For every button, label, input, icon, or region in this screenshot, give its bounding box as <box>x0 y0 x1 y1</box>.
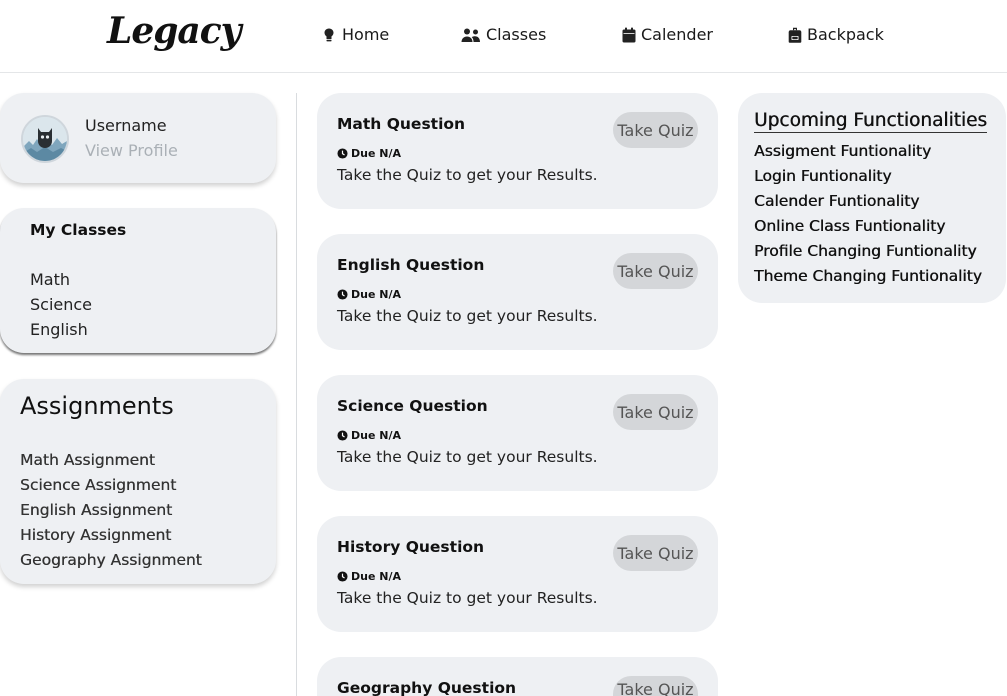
brain-icon <box>324 28 334 41</box>
nav-calender[interactable]: Calender <box>622 25 713 44</box>
calendar-icon <box>622 27 636 42</box>
clock-icon <box>337 148 348 159</box>
assignment-item-english[interactable]: English Assignment <box>20 501 172 519</box>
quiz-card: Math Question Due N/A Take the Quiz to g… <box>317 93 718 209</box>
clock-icon <box>337 289 348 300</box>
quiz-title: English Question <box>337 256 485 274</box>
quiz-due: Due N/A <box>337 288 401 301</box>
quiz-due-label: Due N/A <box>351 429 401 442</box>
upcoming-item: Theme Changing Funtionality <box>754 267 982 285</box>
nav-backpack[interactable]: Backpack <box>788 25 884 44</box>
quiz-due-label: Due N/A <box>351 147 401 160</box>
upcoming-item: Assigment Funtionality <box>754 142 932 160</box>
top-navbar: Legacy Home Classes Calender Backpack <box>0 0 1007 73</box>
nav-classes[interactable]: Classes <box>461 25 546 44</box>
class-item-english[interactable]: English <box>30 320 88 339</box>
assignments-title: Assignments <box>20 392 174 420</box>
my-classes-card: My Classes Math Science English <box>0 208 276 353</box>
quiz-due: Due N/A <box>337 429 401 442</box>
take-quiz-button[interactable]: Take Quiz <box>613 676 698 696</box>
quiz-card: Science Question Due N/A Take the Quiz t… <box>317 375 718 491</box>
nav-classes-label: Classes <box>486 25 547 44</box>
take-quiz-button[interactable]: Take Quiz <box>613 535 698 571</box>
take-quiz-button[interactable]: Take Quiz <box>613 253 698 289</box>
users-icon <box>461 28 480 42</box>
quiz-due-label: Due N/A <box>351 288 401 301</box>
nav-calender-label: Calender <box>641 25 713 44</box>
assignment-item-science[interactable]: Science Assignment <box>20 476 176 494</box>
take-quiz-button[interactable]: Take Quiz <box>613 112 698 148</box>
nav-home-label: Home <box>342 25 390 44</box>
app-logo[interactable]: Legacy <box>107 10 242 52</box>
quiz-due-label: Due N/A <box>351 570 401 583</box>
avatar-image <box>23 117 67 161</box>
view-profile-link[interactable]: View Profile <box>85 141 178 160</box>
quiz-title: Geography Question <box>337 679 517 696</box>
assignment-item-history[interactable]: History Assignment <box>20 526 171 544</box>
column-divider <box>296 93 297 696</box>
quiz-card: History Question Due N/A Take the Quiz t… <box>317 516 718 632</box>
username: Username <box>85 116 167 135</box>
upcoming-item: Profile Changing Funtionality <box>754 242 977 260</box>
assignments-card: Assignments Math Assignment Science Assi… <box>0 379 276 584</box>
quiz-card: Geography Question Take Quiz <box>317 657 718 696</box>
nav-backpack-label: Backpack <box>807 25 884 44</box>
class-item-science[interactable]: Science <box>30 295 92 314</box>
clock-icon <box>337 571 348 582</box>
quiz-description: Take the Quiz to get your Results. <box>337 589 598 607</box>
quiz-due: Due N/A <box>337 570 401 583</box>
quiz-title: History Question <box>337 538 485 556</box>
quiz-title: Science Question <box>337 397 488 415</box>
nav-home[interactable]: Home <box>321 25 389 44</box>
backpack-icon <box>788 27 802 43</box>
quiz-description: Take the Quiz to get your Results. <box>337 166 598 184</box>
quiz-description: Take the Quiz to get your Results. <box>337 307 598 325</box>
clock-icon <box>337 430 348 441</box>
class-item-math[interactable]: Math <box>30 270 70 289</box>
take-quiz-button[interactable]: Take Quiz <box>613 394 698 430</box>
quiz-title: Math Question <box>337 115 466 133</box>
quiz-due: Due N/A <box>337 147 401 160</box>
upcoming-title: Upcoming Functionalities <box>754 110 988 133</box>
upcoming-item: Online Class Funtionality <box>754 217 946 235</box>
profile-card: Username View Profile <box>0 93 276 183</box>
quiz-description: Take the Quiz to get your Results. <box>337 448 598 466</box>
quiz-card: English Question Due N/A Take the Quiz t… <box>317 234 718 350</box>
assignment-item-geography[interactable]: Geography Assignment <box>20 551 202 569</box>
upcoming-item: Login Funtionality <box>754 167 892 185</box>
upcoming-functionalities-card: Upcoming Functionalities Assigment Funti… <box>738 93 1006 303</box>
avatar[interactable] <box>21 115 69 163</box>
upcoming-item: Calender Funtionality <box>754 192 920 210</box>
my-classes-title: My Classes <box>30 221 127 239</box>
assignment-item-math[interactable]: Math Assignment <box>20 451 155 469</box>
